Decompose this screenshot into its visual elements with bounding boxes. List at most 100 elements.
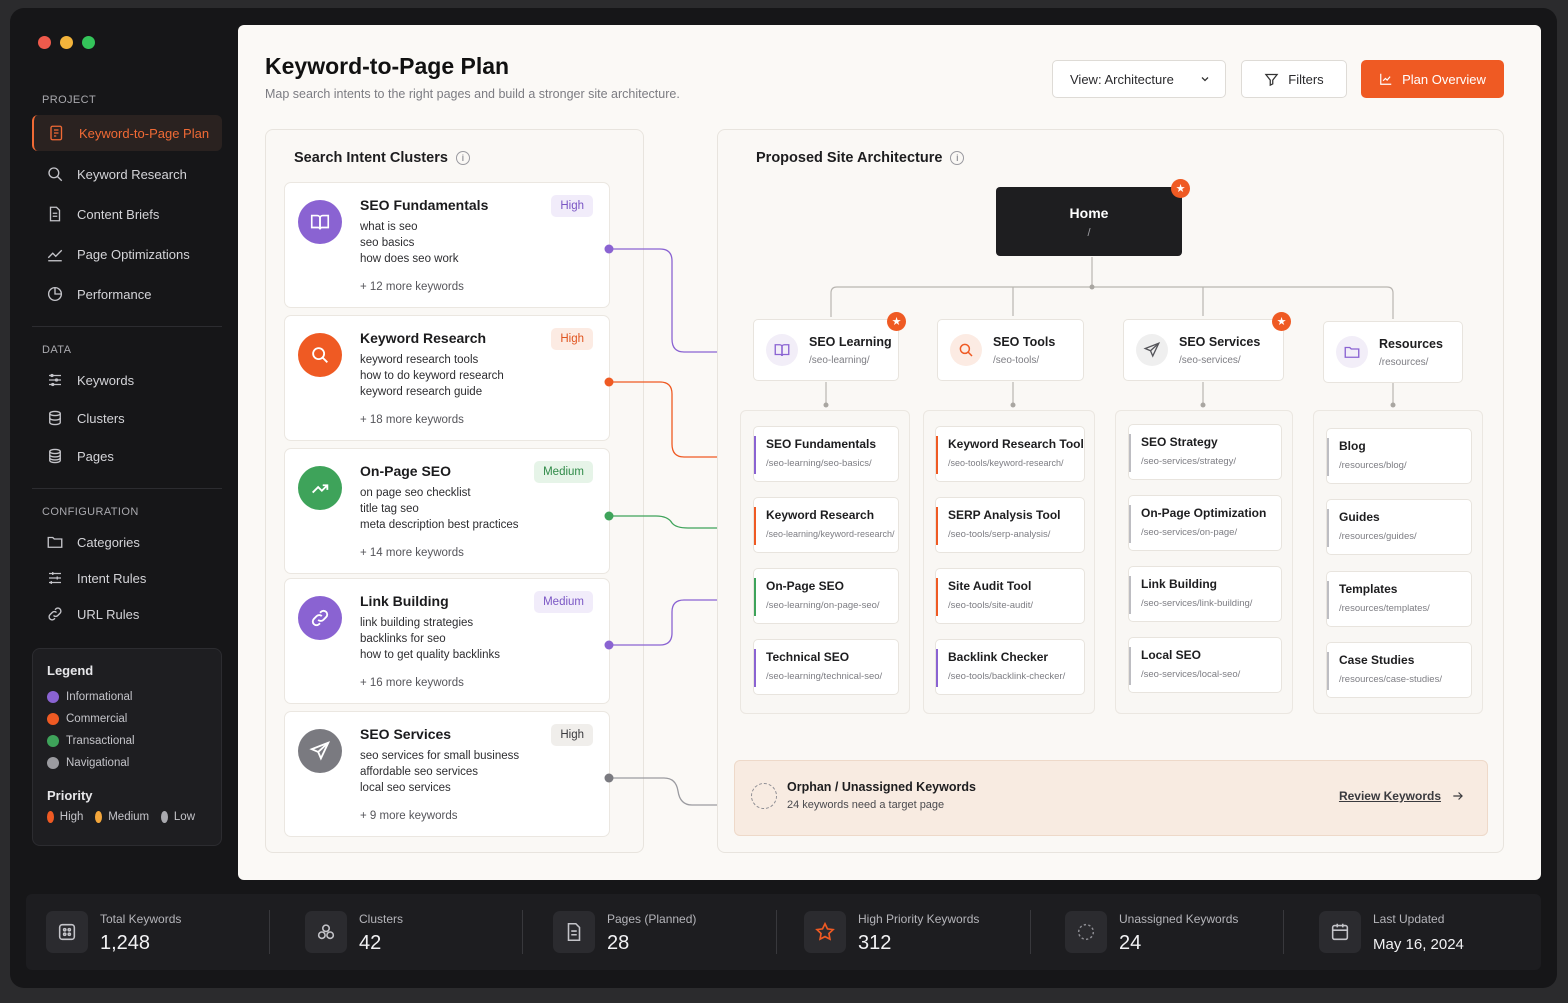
cluster-name: Keyword Research [360, 330, 487, 346]
document-icon [553, 911, 595, 953]
section-node-resources[interactable]: Resources /resources/ [1323, 321, 1463, 383]
page-name: SERP Analysis Tool [948, 508, 1061, 522]
page-url: /seo-learning/keyword-research/ [766, 529, 895, 539]
page-url: /resources/templates/ [1339, 603, 1430, 614]
page-card[interactable]: Guides/resources/guides/ [1326, 499, 1472, 555]
page-name: Templates [1339, 582, 1398, 596]
more-keywords-link[interactable]: + 9 more keywords [360, 810, 457, 822]
sidebar-item-keyword-to-page-plan[interactable]: Keyword-to-Page Plan [32, 115, 222, 151]
trend-icon [298, 466, 342, 510]
page-url: /seo-tools/serp-analysis/ [948, 529, 1051, 540]
page-card[interactable]: On-Page Optimization/seo-services/on-pag… [1128, 495, 1282, 551]
sidebar-item-keywords[interactable]: Keywords [32, 362, 222, 398]
stat-pages-planned: Pages (Planned) 28 [535, 894, 775, 970]
page-url: /resources/case-studies/ [1339, 674, 1442, 685]
proposed-site-architecture-panel: Proposed Site Architecture i Home / ★ SE… [717, 129, 1504, 853]
sidebar-item-clusters[interactable]: Clusters [32, 400, 222, 436]
page-card[interactable]: On-Page SEO/seo-learning/on-page-seo/ [753, 568, 899, 624]
view-select[interactable]: View: Architecture [1052, 60, 1226, 98]
page-card[interactable]: Site Audit Tool/seo-tools/site-audit/ [935, 568, 1085, 624]
keyword: backlinks for seo [360, 633, 446, 645]
sidebar-item-categories[interactable]: Categories [32, 524, 222, 560]
page-subtitle: Map search intents to the right pages an… [265, 87, 680, 101]
page-card[interactable]: Link Building/seo-services/link-building… [1128, 566, 1282, 622]
page-card[interactable]: Templates/resources/templates/ [1326, 571, 1472, 627]
filter-icon [1264, 73, 1279, 86]
page-card[interactable]: Technical SEO/seo-learning/technical-seo… [753, 639, 899, 695]
sidebar-item-performance[interactable]: Performance [32, 276, 222, 312]
resources-pages-column: Blog/resources/blog/ Guides/resources/gu… [1313, 410, 1483, 714]
page-card[interactable]: SERP Analysis Tool/seo-tools/serp-analys… [935, 497, 1085, 553]
intent-accent-bar [1129, 576, 1131, 614]
stat-value: 1,248 [100, 932, 151, 954]
page-card[interactable]: Backlink Checker/seo-tools/backlink-chec… [935, 639, 1085, 695]
page-card[interactable]: SEO Strategy/seo-services/strategy/ [1128, 424, 1282, 480]
section-node-seo-services[interactable]: SEO Services /seo-services/ ★ [1123, 312, 1291, 381]
star-icon: ★ [887, 312, 906, 331]
review-keywords-link[interactable]: Review Keywords [1339, 789, 1465, 803]
cluster-card-on-page-seo[interactable]: On-Page SEO on page seo checklist title t… [284, 448, 610, 574]
book-icon [766, 334, 798, 366]
sidebar-item-intent-rules[interactable]: Intent Rules [32, 560, 222, 596]
stat-divider [1030, 910, 1031, 954]
keyword: local seo services [360, 782, 451, 794]
filters-button[interactable]: Filters [1241, 60, 1347, 98]
intent-accent-bar [936, 507, 938, 545]
medium-priority-dot [95, 811, 103, 823]
home-node[interactable]: Home / ★ [996, 179, 1190, 256]
configuration-section-label: CONFIGURATION [42, 506, 139, 518]
page-card[interactable]: Keyword Research Tool/seo-tools/keyword-… [935, 426, 1085, 482]
cluster-keywords: link building strategies backlinks for se… [360, 615, 500, 663]
more-keywords-link[interactable]: + 14 more keywords [360, 547, 464, 559]
cluster-card-seo-services[interactable]: SEO Services seo services for small busi… [284, 711, 610, 837]
more-keywords-link[interactable]: + 16 more keywords [360, 677, 464, 689]
stat-label: Total Keywords [100, 912, 182, 926]
book-icon [298, 200, 342, 244]
stat-clusters: Clusters 42 [287, 894, 527, 970]
section-node-seo-learning[interactable]: SEO Learning /seo-learning/ ★ [753, 312, 906, 381]
keyword: seo basics [360, 237, 415, 249]
page-card[interactable]: Case Studies/resources/case-studies/ [1326, 642, 1472, 698]
keyword: what is seo [360, 221, 418, 233]
priority-title: Priority [47, 788, 93, 803]
sidebar-item-content-briefs[interactable]: Content Briefs [32, 196, 222, 232]
sidebar-item-url-rules[interactable]: URL Rules [32, 596, 222, 632]
database-icon [49, 410, 61, 426]
search-intent-clusters-panel: Search Intent Clusters i SEO Fundamentals… [265, 129, 644, 853]
send-icon [298, 729, 342, 773]
stat-unassigned-keywords: Unassigned Keywords 24 [1047, 894, 1287, 970]
page-url: /seo-services/strategy/ [1141, 456, 1237, 467]
calendar-icon [1319, 911, 1361, 953]
plan-overview-button[interactable]: Plan Overview [1361, 60, 1504, 98]
sidebar-item-page-optimizations[interactable]: Page Optimizations [32, 236, 222, 272]
page-card[interactable]: Local SEO/seo-services/local-seo/ [1128, 637, 1282, 693]
page-name: Local SEO [1141, 648, 1202, 662]
keyword: keyword research tools [360, 354, 479, 366]
keyword: how to do keyword research [360, 370, 504, 382]
page-card[interactable]: Blog/resources/blog/ [1326, 428, 1472, 484]
send-icon [1136, 334, 1168, 366]
intent-accent-bar [1129, 505, 1131, 543]
sidebar-item-pages[interactable]: Pages [32, 438, 222, 474]
search-icon [298, 333, 342, 377]
info-icon[interactable]: i [455, 151, 470, 165]
sidebar-item-label: Keyword-to-Page Plan [79, 125, 210, 141]
page-card[interactable]: Keyword Research/seo-learning/keyword-re… [753, 497, 899, 553]
priority-legend: High Medium Low [47, 811, 207, 823]
dashed-circle-icon [1065, 911, 1107, 953]
section-node-seo-tools[interactable]: SEO Tools /seo-tools/ [937, 319, 1084, 381]
cluster-keywords: on page seo checklist title tag seo meta d… [360, 485, 519, 533]
more-keywords-link[interactable]: + 18 more keywords [360, 414, 464, 426]
cluster-card-keyword-research[interactable]: Keyword Research keyword research tools h… [284, 315, 610, 441]
sidebar-item-keyword-research[interactable]: Keyword Research [32, 156, 222, 192]
seo-tools-pages-column: Keyword Research Tool/seo-tools/keyword-… [923, 410, 1095, 714]
document-edit-icon [50, 125, 63, 141]
page-url: /seo-tools/backlink-checker/ [948, 671, 1066, 682]
page-card[interactable]: SEO Fundamentals/seo-learning/seo-basics… [753, 426, 899, 482]
intent-accent-bar [936, 649, 938, 687]
cluster-card-link-building[interactable]: Link Building link building strategies ba… [284, 578, 610, 704]
cluster-card-seo-fundamentals[interactable]: SEO Fundamentals what is seo seo basics ho… [284, 182, 610, 308]
page-name: SEO Strategy [1141, 435, 1218, 449]
legend-panel: Legend Informational Commercial Transact… [32, 648, 222, 846]
more-keywords-link[interactable]: + 12 more keywords [360, 281, 464, 293]
